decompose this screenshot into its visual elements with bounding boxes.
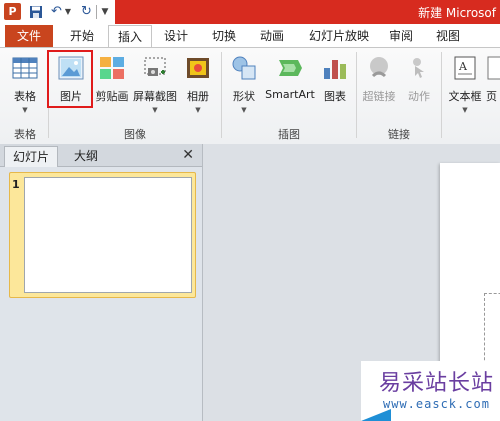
tab-view[interactable]: 视图: [428, 25, 468, 47]
table-icon: [12, 57, 38, 79]
screenshot-label: 屏幕截图: [133, 90, 177, 103]
screenshot-button[interactable]: 屏幕截图 ▼: [132, 50, 178, 122]
slides-panel: 幻灯片 大纲 ✕ 1: [0, 144, 203, 421]
chevron-down-icon: ▼: [152, 106, 158, 114]
tab-review[interactable]: 审阅: [381, 25, 421, 47]
undo-icon[interactable]: ↶: [48, 3, 65, 20]
clipart-label: 剪贴画: [95, 90, 129, 103]
title-bar: P ↶ ▼ ↻ ▼ 新建 Microsof: [0, 0, 500, 25]
watermark-url: www.easck.com: [383, 397, 490, 411]
chevron-down-icon: ▼: [462, 106, 468, 114]
header-footer-icon: [487, 56, 500, 80]
window-title: 新建 Microsof: [418, 6, 496, 20]
redo-icon[interactable]: ↻: [78, 3, 95, 20]
chart-label: 图表: [324, 90, 346, 103]
chart-icon: [324, 60, 346, 79]
smartart-label: SmartArt: [265, 88, 315, 101]
action-icon: [413, 58, 424, 78]
picture-button-highlight: [47, 50, 93, 108]
photo-album-button[interactable]: 相册 ▼: [180, 50, 216, 122]
textbox-icon: A: [454, 56, 476, 80]
undo-dropdown-icon[interactable]: ▼: [64, 3, 72, 20]
tab-transitions[interactable]: 切换: [204, 25, 244, 47]
panel-tabs: 幻灯片 大纲 ✕: [0, 144, 202, 167]
hyperlink-button[interactable]: 超链接: [360, 50, 398, 122]
smartart-icon: [279, 60, 302, 76]
slide-number: 1: [12, 178, 20, 191]
hyperlink-icon: [370, 57, 388, 78]
tab-slides[interactable]: 幻灯片: [4, 146, 58, 167]
tab-insert[interactable]: 插入: [108, 25, 152, 49]
clipart-button[interactable]: 剪贴画: [93, 50, 131, 122]
powerpoint-app-icon[interactable]: P: [4, 3, 21, 20]
watermark-text: 易采站长站: [379, 371, 495, 396]
shapes-label: 形状: [233, 90, 255, 103]
chevron-down-icon: ▼: [195, 106, 201, 114]
ribbon-tabs: 文件 开始 插入 设计 切换 动画 幻灯片放映 审阅 视图: [0, 24, 500, 49]
textbox-label: 文本框: [448, 90, 482, 103]
tab-outline[interactable]: 大纲: [60, 146, 112, 166]
quick-access-separator: [96, 5, 97, 19]
tab-animations[interactable]: 动画: [252, 25, 292, 47]
shapes-button[interactable]: 形状 ▼: [226, 50, 262, 122]
close-icon[interactable]: ✕: [182, 146, 194, 164]
group-label-illustrations: 插图: [278, 128, 300, 141]
textbox-button[interactable]: A 文本框 ▼: [446, 50, 484, 122]
action-button[interactable]: 动作: [402, 50, 436, 122]
hyperlink-label: 超链接: [362, 90, 396, 103]
tab-design[interactable]: 设计: [156, 25, 196, 47]
tab-file[interactable]: 文件: [5, 25, 53, 47]
group-label-images: 图像: [124, 128, 146, 141]
header-footer-button[interactable]: 页: [486, 50, 500, 122]
shapes-icon: [232, 56, 256, 80]
customize-quick-access-icon[interactable]: ▼: [100, 3, 110, 20]
group-separator: [221, 52, 222, 138]
smartart-button[interactable]: SmartArt: [264, 50, 316, 122]
tab-home[interactable]: 开始: [62, 25, 102, 47]
group-label-tables: 表格: [14, 128, 36, 141]
watermark: 易采站长站 www.easck.com: [361, 361, 500, 421]
header-footer-label: 页: [486, 90, 497, 103]
action-label: 动作: [408, 90, 430, 103]
group-separator: [356, 52, 357, 138]
slide-thumbnail[interactable]: [24, 177, 192, 293]
save-icon[interactable]: [27, 3, 44, 20]
table-button[interactable]: 表格 ▼: [6, 50, 44, 122]
chart-button[interactable]: 图表: [318, 50, 352, 122]
chevron-down-icon: ▼: [241, 106, 247, 114]
group-label-links: 链接: [388, 128, 410, 141]
title-bar-band: 新建 Microsof: [115, 0, 500, 24]
svg-text:A: A: [458, 60, 468, 73]
photo-album-label: 相册: [187, 90, 209, 103]
clipart-icon: [100, 57, 124, 79]
group-separator: [441, 52, 442, 138]
chevron-down-icon: ▼: [22, 106, 28, 114]
tab-slideshow[interactable]: 幻灯片放映: [303, 25, 375, 47]
screenshot-icon: [144, 57, 166, 76]
photo-album-icon: [187, 58, 209, 78]
table-label: 表格: [14, 90, 36, 103]
